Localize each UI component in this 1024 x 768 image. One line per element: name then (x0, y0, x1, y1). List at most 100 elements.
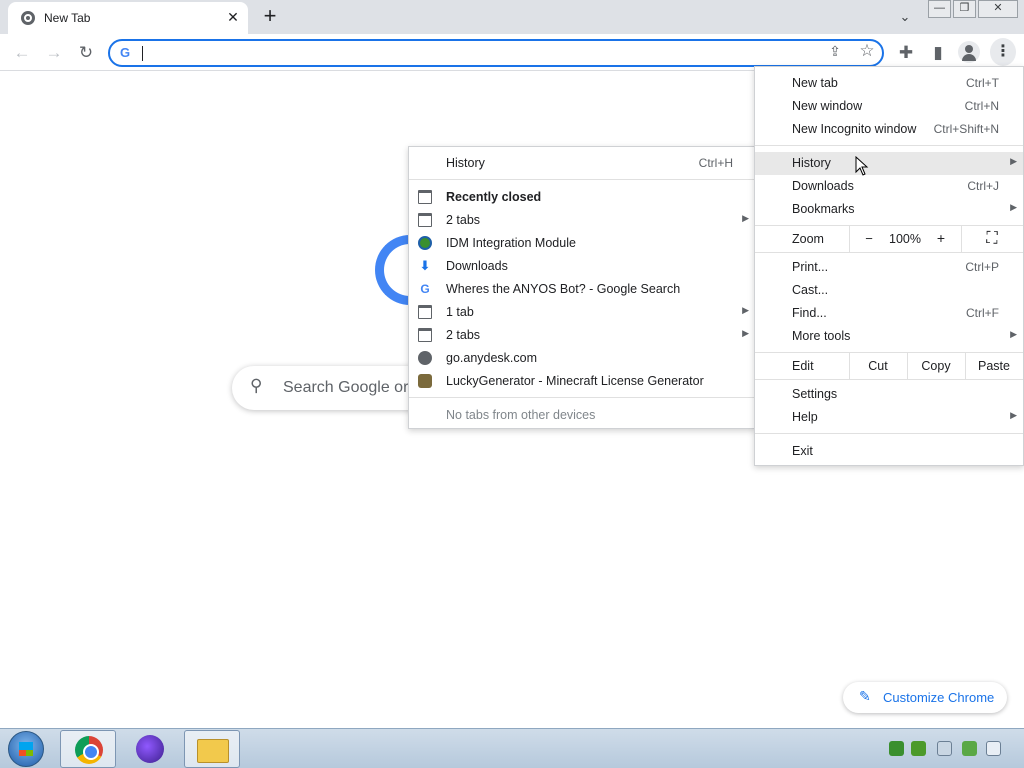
new-window-label: New window (792, 99, 863, 113)
paste-button[interactable]: Paste (967, 359, 1021, 373)
customize-chrome-button[interactable]: ✎ Customize Chrome (843, 682, 1007, 713)
zoom-in-button[interactable]: + (929, 230, 953, 246)
recent-item-label: 2 tabs (446, 328, 481, 342)
print-label: Print... (792, 260, 829, 274)
omnibox[interactable]: G ⇪ ☆ (108, 39, 884, 67)
reload-button[interactable]: ↻ (73, 40, 99, 66)
recent-item-idm[interactable]: IDM Integration Module (409, 232, 755, 255)
search-icon: ⚲ (250, 376, 263, 395)
menu-downloads[interactable]: Downloads Ctrl+J (755, 175, 1023, 198)
recent-item-downloads[interactable]: ⬇ Downloads (409, 255, 755, 278)
recent-item-label: Wheres the ANYOS Bot? - Google Search (446, 282, 681, 296)
zoom-row: Zoom − 100% + ⛶ (755, 226, 1023, 252)
address-input[interactable] (144, 43, 784, 63)
recently-closed-header: Recently closed (409, 186, 755, 209)
separator (755, 379, 1023, 380)
recent-item-label: IDM Integration Module (446, 236, 576, 250)
menu-find[interactable]: Find... Ctrl+F (755, 302, 1023, 325)
recent-item-luckygenerator[interactable]: LuckyGenerator - Minecraft License Gener… (409, 370, 755, 393)
tray-shield-icon[interactable] (962, 741, 977, 756)
minimize-button[interactable]: — (928, 0, 951, 18)
cast-label: Cast... (792, 283, 829, 297)
new-tab-button[interactable]: + (258, 4, 282, 28)
separator (409, 179, 755, 180)
recent-item-anydesk[interactable]: go.anydesk.com (409, 347, 755, 370)
recent-item-label: Downloads (446, 259, 508, 273)
separator (755, 145, 1023, 146)
firefox-icon (136, 735, 164, 763)
new-tab-label: New tab (792, 76, 838, 90)
menu-bookmarks[interactable]: Bookmarks ▶ (755, 198, 1023, 221)
tab-icon (418, 328, 432, 342)
more-tools-label: More tools (792, 329, 851, 343)
recently-closed-label: Recently closed (446, 190, 542, 204)
taskbar-explorer[interactable] (184, 730, 240, 768)
tray-document-icon[interactable] (937, 741, 952, 756)
menu-exit[interactable]: Exit (755, 440, 1023, 463)
recent-item-2-tabs-b[interactable]: 2 tabs ▶ (409, 324, 755, 347)
start-button[interactable] (8, 731, 44, 767)
copy-button[interactable]: Copy (909, 359, 963, 373)
tab-search-icon[interactable]: ⌄ (894, 6, 916, 28)
menu-history[interactable]: History ▶ (755, 152, 1023, 175)
no-tabs-note: No tabs from other devices (409, 404, 755, 427)
menu-print[interactable]: Print... Ctrl+P (755, 256, 1023, 279)
menu-new-window[interactable]: New window Ctrl+N (755, 95, 1023, 118)
tray-network-icon[interactable] (911, 741, 926, 756)
tray-idm-icon[interactable] (889, 741, 904, 756)
tray-flag-icon[interactable] (986, 741, 1001, 756)
settings-label: Settings (792, 387, 838, 401)
divider (961, 226, 962, 252)
chrome-menu-button[interactable]: ⋮ (990, 38, 1016, 66)
share-icon[interactable]: ⇪ (824, 43, 846, 63)
menu-help[interactable]: Help ▶ (755, 406, 1023, 429)
menu-new-tab[interactable]: New tab Ctrl+T (755, 72, 1023, 95)
back-button[interactable]: ← (9, 40, 35, 66)
no-tabs-label: No tabs from other devices (446, 408, 596, 422)
mouse-cursor-icon (855, 156, 869, 176)
text-caret (142, 46, 143, 61)
find-shortcut: Ctrl+F (966, 306, 999, 320)
new-incognito-label: New Incognito window (792, 122, 917, 136)
menu-cast[interactable]: Cast... (755, 279, 1023, 302)
taskbar-firefox[interactable] (122, 730, 178, 768)
restore-button[interactable]: ❐ (953, 0, 976, 18)
close-window-button[interactable]: ✕ (978, 0, 1018, 18)
history-item[interactable]: History Ctrl+H (409, 152, 755, 175)
menu-more-tools[interactable]: More tools ▶ (755, 325, 1023, 348)
edit-label: Edit (792, 359, 814, 373)
tab-title: New Tab (44, 11, 91, 25)
recent-item-label: go.anydesk.com (446, 351, 538, 365)
divider (849, 353, 850, 379)
recent-item-label: LuckyGenerator - Minecraft License Gener… (446, 374, 704, 388)
menu-settings[interactable]: Settings (755, 383, 1023, 406)
zoom-out-button[interactable]: − (857, 231, 881, 246)
separator (409, 397, 755, 398)
fullscreen-icon[interactable]: ⛶ (981, 230, 1003, 248)
menu-new-incognito[interactable]: New Incognito window Ctrl+Shift+N (755, 118, 1023, 141)
downloads-label: Downloads (792, 179, 854, 193)
submenu-arrow-icon: ▶ (742, 305, 749, 315)
taskbar-chrome[interactable] (60, 730, 116, 768)
side-panel-icon[interactable]: ▮ (925, 40, 951, 66)
tab-close-icon[interactable]: ✕ (224, 8, 242, 26)
recent-item-2-tabs[interactable]: 2 tabs ▶ (409, 209, 755, 232)
bookmark-star-icon[interactable]: ☆ (856, 41, 878, 63)
recent-item-google-search[interactable]: G Wheres the ANYOS Bot? - Google Search (409, 278, 755, 301)
divider (849, 226, 850, 252)
extensions-icon[interactable]: ✚ (893, 40, 919, 66)
tab-new-tab[interactable]: New Tab ✕ (8, 2, 248, 34)
new-window-shortcut: Ctrl+N (964, 99, 999, 113)
tab-strip: New Tab ✕ + ⌄ — ❐ ✕ (0, 0, 1024, 34)
forward-button[interactable]: → (41, 40, 67, 66)
recent-item-1-tab[interactable]: 1 tab ▶ (409, 301, 755, 324)
tab-icon (418, 213, 432, 227)
chrome-main-menu: New tab Ctrl+T New window Ctrl+N New Inc… (754, 66, 1024, 466)
chrome-favicon-icon (21, 11, 35, 25)
search-placeholder: Search Google or (283, 379, 409, 396)
cut-button[interactable]: Cut (851, 359, 905, 373)
divider (907, 353, 908, 379)
profile-avatar-icon[interactable] (958, 41, 980, 63)
submenu-arrow-icon: ▶ (1010, 202, 1017, 212)
submenu-arrow-icon: ▶ (1010, 410, 1017, 420)
